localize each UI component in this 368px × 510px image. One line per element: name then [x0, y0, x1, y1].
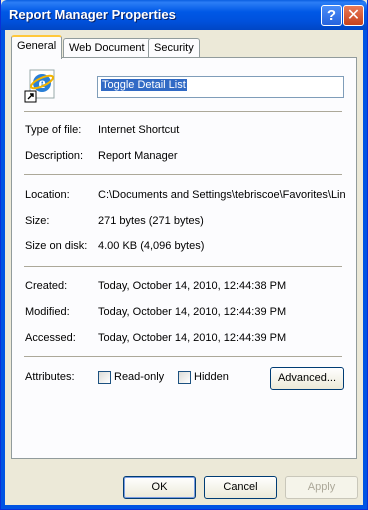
- title-bar[interactable]: Report Manager Properties ? ✕: [1, 0, 367, 30]
- close-button[interactable]: ✕: [343, 5, 364, 26]
- general-tab-panel: [11, 57, 357, 459]
- modified-value: Today, October 14, 2010, 12:44:39 PM: [98, 306, 287, 318]
- window-frame-bottom: [1, 505, 367, 509]
- divider: [24, 174, 342, 175]
- cancel-button[interactable]: Cancel: [204, 476, 277, 499]
- accessed-label: Accessed:: [25, 332, 76, 344]
- size-on-disk-value: 4.00 KB (4,096 bytes): [98, 240, 205, 252]
- type-of-file-value: Internet Shortcut: [98, 124, 180, 136]
- apply-button[interactable]: Apply: [285, 476, 358, 499]
- ok-button[interactable]: OK: [123, 476, 196, 499]
- tab-web-document[interactable]: Web Document: [63, 38, 151, 58]
- window-frame-right: [363, 30, 367, 509]
- window-title: Report Manager Properties: [9, 7, 176, 22]
- created-label: Created:: [25, 280, 68, 292]
- properties-dialog: Report Manager Properties ? ✕ General We…: [0, 0, 368, 510]
- attributes-label: Attributes:: [25, 371, 75, 383]
- hidden-checkbox[interactable]: [178, 371, 191, 384]
- file-name-input[interactable]: Toggle Detail List: [97, 76, 344, 98]
- type-of-file-label: Type of file:: [25, 124, 82, 136]
- advanced-button[interactable]: Advanced...: [270, 367, 344, 390]
- internet-explorer-shortcut-icon: e: [24, 69, 55, 103]
- location-label: Location:: [25, 189, 70, 201]
- hidden-label[interactable]: Hidden: [194, 371, 229, 383]
- size-on-disk-label: Size on disk:: [25, 240, 88, 252]
- window-frame-left: [1, 30, 5, 509]
- tab-security[interactable]: Security: [148, 38, 200, 58]
- accessed-value: Today, October 14, 2010, 12:44:39 PM: [98, 332, 287, 344]
- description-value: Report Manager: [98, 150, 178, 162]
- divider: [24, 266, 342, 267]
- location-value: C:\Documents and Settings\tebriscoe\Favo…: [98, 189, 346, 201]
- file-name-selected-text: Toggle Detail List: [101, 79, 187, 91]
- modified-label: Modified:: [25, 306, 70, 318]
- size-label: Size:: [25, 215, 50, 227]
- created-value: Today, October 14, 2010, 12:44:38 PM: [98, 280, 287, 292]
- help-button[interactable]: ?: [321, 5, 342, 26]
- tab-general[interactable]: General: [11, 35, 63, 59]
- read-only-checkbox[interactable]: [98, 371, 111, 384]
- divider: [24, 111, 342, 112]
- size-value: 271 bytes (271 bytes): [98, 215, 204, 227]
- description-label: Description:: [25, 150, 84, 162]
- read-only-label[interactable]: Read-only: [114, 371, 164, 383]
- divider: [24, 356, 342, 357]
